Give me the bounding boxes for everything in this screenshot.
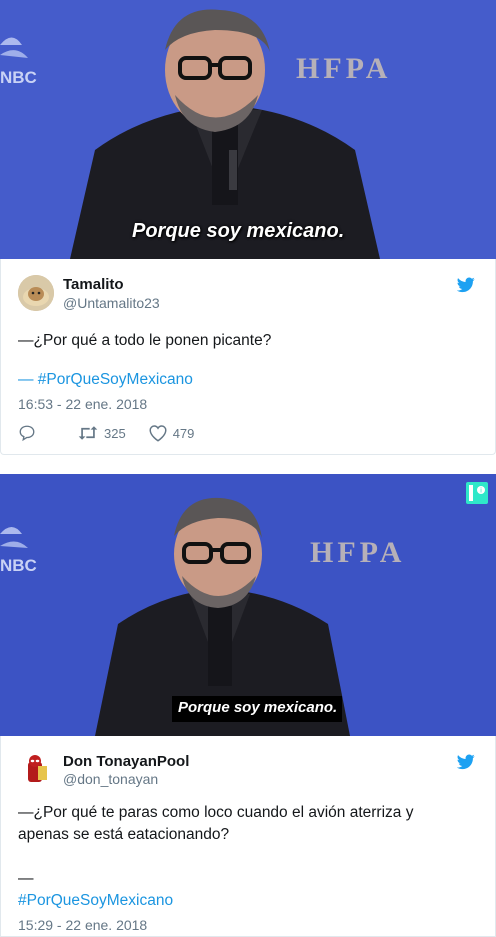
- heart-icon: [149, 425, 167, 442]
- like-count: 479: [172, 425, 195, 441]
- hashtag-link[interactable]: #PorQueSoyMexicano: [18, 892, 173, 910]
- author-handle[interactable]: @Untamalito23: [63, 295, 160, 311]
- video-logo-nbc: NBC: [0, 556, 37, 575]
- author-handle[interactable]: @don_tonayan: [63, 771, 158, 787]
- like-button[interactable]: 479: [148, 424, 195, 442]
- info-badge[interactable]: i: [466, 482, 488, 504]
- video-logo-nbc: NBC: [0, 68, 37, 87]
- video-frame-2: HFPA NBC Porque soy mexicano. i: [0, 474, 496, 736]
- tweet-card[interactable]: Tamalito @Untamalito23 —¿Por qué a todo …: [0, 259, 496, 455]
- twitter-bird-icon[interactable]: [457, 277, 475, 293]
- avatar[interactable]: [18, 275, 54, 311]
- tweet-dash: —: [18, 870, 34, 887]
- video-subtitle: Porque soy mexicano.: [132, 220, 345, 242]
- avatar[interactable]: [18, 752, 52, 786]
- video-logo-hfpa: HFPA: [296, 52, 392, 85]
- video-frame-1: HFPA NBC Porque soy mexicano.: [0, 0, 496, 259]
- tweet-timestamp[interactable]: 15:29 - 22 ene. 2018: [18, 917, 147, 933]
- retweet-icon: [78, 426, 98, 440]
- deadpool-avatar-icon: [18, 752, 52, 786]
- info-icon: i: [469, 485, 485, 501]
- reply-button[interactable]: [18, 424, 41, 442]
- video-subtitle: Porque soy mexicano.: [178, 699, 338, 716]
- retweet-button[interactable]: 325: [77, 425, 126, 441]
- tweet-card[interactable]: Don TonayanPool @don_tonayan —¿Por qué t…: [0, 736, 496, 937]
- twitter-bird-icon[interactable]: [457, 754, 475, 770]
- video-logo-hfpa: HFPA: [310, 536, 406, 569]
- author-name[interactable]: Tamalito: [63, 276, 124, 293]
- tweet-text: —¿Por qué te paras como loco cuando el a…: [18, 804, 414, 843]
- tweet-timestamp[interactable]: 16:53 - 22 ene. 2018: [18, 396, 147, 412]
- tamale-avatar-icon: [18, 275, 54, 311]
- author-name[interactable]: Don TonayanPool: [63, 753, 189, 770]
- tweet-actions: 325 479: [18, 423, 216, 443]
- reply-icon: [19, 425, 35, 442]
- hashtag-link[interactable]: — #PorQueSoyMexicano: [18, 371, 193, 389]
- tweet-text: —¿Por qué a todo le ponen picante?: [18, 332, 272, 349]
- retweet-count: 325: [104, 425, 126, 441]
